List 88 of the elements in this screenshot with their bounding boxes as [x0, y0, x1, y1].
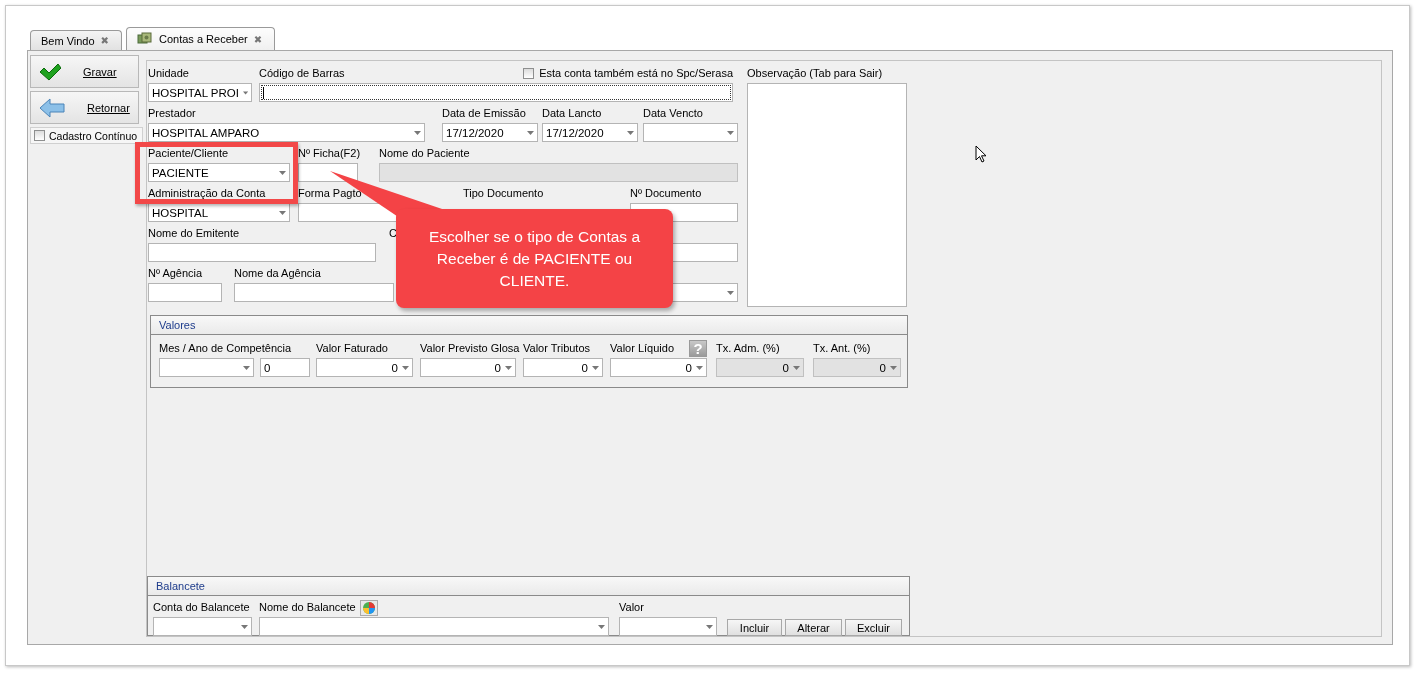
text-field[interactable] — [259, 83, 733, 102]
field-label: Tx. Ant. (%) — [813, 341, 871, 356]
dropdown-arrow-icon — [414, 130, 421, 135]
checkbox-label: Esta conta também está no Spc/Serasa — [539, 66, 733, 81]
mouse-cursor-icon — [975, 145, 987, 163]
action-button[interactable]: Alterar — [785, 619, 842, 636]
tab[interactable]: Bem Vindo ✖ — [30, 30, 122, 50]
dropdown-field[interactable]: HOSPITAL AMPARO — [148, 123, 425, 142]
field-label: Valor Líquido — [610, 341, 674, 356]
close-icon[interactable]: ✖ — [253, 33, 263, 45]
field-label: Mes / Ano de Competência — [159, 341, 292, 356]
field-label: Data Lancto — [542, 106, 602, 121]
group-title: Balancete — [156, 580, 205, 592]
checkbox-label: Cadastro Contínuo — [49, 129, 138, 142]
field-label: Data Vencto — [643, 106, 703, 121]
text-area[interactable] — [747, 83, 907, 307]
field-label: Administração da Conta — [148, 186, 266, 201]
field-label: Nome do Emitente — [148, 226, 240, 241]
dropdown-arrow-icon — [402, 365, 409, 370]
dropdown-arrow-icon — [890, 365, 897, 370]
checkbox[interactable] — [523, 68, 535, 79]
text-field[interactable] — [234, 283, 394, 302]
field-label: Valor Previsto Glosa — [420, 341, 520, 356]
dropdown-arrow-icon — [598, 624, 605, 629]
dropdown-arrow-icon — [243, 365, 250, 370]
pie-chart-icon[interactable] — [359, 599, 378, 616]
action-button[interactable]: Excluir — [845, 619, 902, 636]
dropdown-field[interactable] — [259, 617, 609, 636]
dropdown-arrow-icon — [505, 365, 512, 370]
field-label: Tipo Documento — [463, 186, 544, 201]
text-field[interactable]: 0 — [260, 358, 310, 377]
dropdown-field[interactable]: PACIENTE — [148, 163, 290, 182]
dropdown-field[interactable]: 0 — [610, 358, 707, 377]
dropdown-arrow-icon — [627, 130, 634, 135]
field-label: Nome da Agência — [234, 266, 321, 281]
checkmark-icon — [39, 62, 61, 81]
field-label: C — [389, 226, 397, 241]
field-label: Código de Barras — [259, 66, 345, 81]
field-label: Observação (Tab para Sair) — [747, 66, 883, 81]
dropdown-field[interactable]: 0 — [316, 358, 413, 377]
checkbox[interactable] — [34, 130, 45, 141]
dropdown-arrow-icon — [279, 210, 286, 215]
close-icon[interactable]: ✖ — [100, 35, 109, 46]
dropdown-arrow-icon — [527, 130, 534, 135]
field-label: Nome do Balancete — [259, 600, 356, 615]
field-label: Prestador — [148, 106, 196, 121]
field-label: Conta do Balancete — [153, 600, 250, 615]
dropdown-arrow-icon — [727, 290, 734, 295]
dropdown-arrow-icon — [279, 170, 286, 175]
dropdown-arrow-icon — [592, 365, 599, 370]
group-title: Valores — [159, 319, 196, 331]
dropdown-field[interactable]: HOSPITAL PROI — [148, 83, 252, 102]
text-field[interactable] — [148, 283, 222, 302]
field-label: Unidade — [148, 66, 189, 81]
dropdown-arrow-icon — [793, 365, 800, 370]
dropdown-field[interactable]: 0 — [420, 358, 516, 377]
field-label: Forma Pagto — [298, 186, 362, 201]
field-label: Valor — [619, 600, 644, 615]
dropdown-field[interactable] — [643, 123, 738, 142]
field-label: Nº Agência — [148, 266, 203, 281]
dropdown-arrow-icon — [242, 90, 248, 95]
dropdown-arrow-icon — [706, 624, 713, 629]
dropdown-field[interactable]: 17/12/2020 — [542, 123, 638, 142]
field-label: Valor Tributos — [523, 341, 591, 356]
field-label: Paciente/Cliente — [148, 146, 229, 161]
action-button[interactable]: Incluir — [727, 619, 782, 636]
dropdown-field[interactable]: 17/12/2020 — [442, 123, 538, 142]
dropdown-field[interactable] — [159, 358, 254, 377]
field-label: Nº Documento — [630, 186, 702, 201]
left-arrow-icon — [39, 97, 65, 118]
field-label: Nº Ficha(F2) — [298, 146, 361, 161]
field-label: Data de Emissão — [442, 106, 526, 121]
toolbar-button[interactable]: Retornar — [30, 91, 139, 124]
dropdown-field[interactable] — [619, 617, 717, 636]
field-label: Tx. Adm. (%) — [716, 341, 780, 356]
field-label: Nome do Paciente — [379, 146, 470, 161]
field-label: Valor Faturado — [316, 341, 388, 356]
dropdown-arrow-icon — [696, 365, 703, 370]
toolbar-button[interactable]: Gravar — [30, 55, 139, 88]
text-field[interactable] — [298, 203, 398, 222]
dropdown-field[interactable] — [153, 617, 252, 636]
text-field[interactable] — [298, 163, 358, 182]
money-icon — [137, 32, 153, 46]
tab[interactable]: Contas a Receber ✖ — [126, 27, 276, 50]
dropdown-field[interactable]: 0 — [523, 358, 603, 377]
dropdown-arrow-icon — [241, 624, 248, 629]
dropdown-arrow-icon — [727, 130, 734, 135]
text-field[interactable] — [148, 243, 376, 262]
